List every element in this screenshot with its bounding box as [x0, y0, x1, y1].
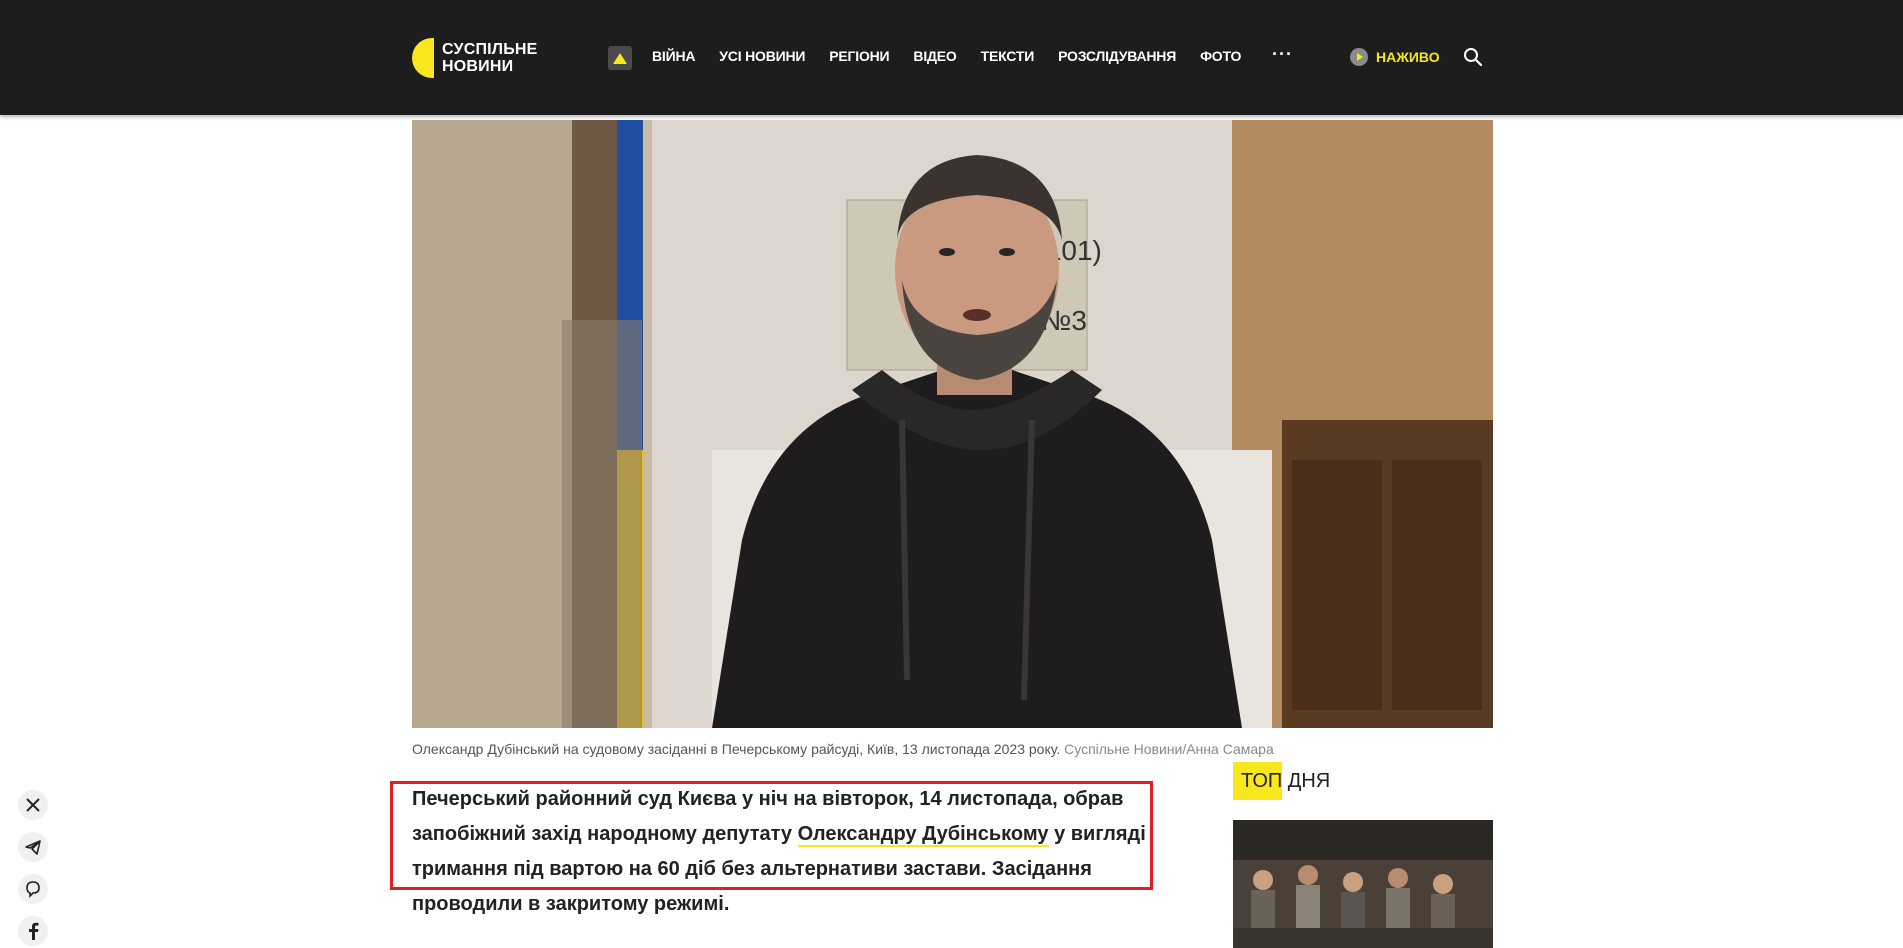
- live-label: НАЖИВО: [1376, 49, 1440, 65]
- photo-caption: Олександр Дубінський на судовому засідан…: [412, 741, 1274, 757]
- home-button[interactable]: [608, 46, 632, 70]
- nav-item-texts[interactable]: ТЕКСТИ: [981, 48, 1035, 64]
- search-icon[interactable]: [1463, 47, 1483, 67]
- share-bar: [18, 790, 48, 946]
- home-triangle-icon: [613, 52, 627, 64]
- top-title-highlight: ТОП: [1233, 762, 1283, 800]
- article-photo: б.101) -№3: [412, 120, 1493, 728]
- facebook-icon[interactable]: [18, 916, 48, 946]
- main-nav: ВІЙНА УСІ НОВИНИ РЕГІОНИ ВІДЕО ТЕКСТИ РО…: [652, 48, 1265, 64]
- caption-text: Олександр Дубінський на судовому засідан…: [412, 741, 1061, 757]
- site-logo[interactable]: СУСПІЛЬНЕ НОВИНИ: [412, 38, 538, 78]
- nav-item-all-news[interactable]: УСІ НОВИНИ: [719, 48, 805, 64]
- logo-line1: СУСПІЛЬНЕ: [442, 41, 538, 58]
- x-icon[interactable]: [18, 790, 48, 820]
- viber-icon[interactable]: [18, 874, 48, 904]
- top-of-day-image[interactable]: [1233, 820, 1493, 948]
- logo-line2: НОВИНИ: [442, 58, 514, 75]
- caption-credit: Суспільне Новини/Анна Самара: [1064, 741, 1274, 757]
- telegram-icon[interactable]: [18, 832, 48, 862]
- live-button[interactable]: НАЖИВО: [1350, 48, 1440, 66]
- highlight-box: [390, 781, 1153, 890]
- top-of-day-title: ТОП ДНЯ: [1233, 762, 1331, 800]
- nav-item-war[interactable]: ВІЙНА: [652, 48, 695, 64]
- top-title-rest: ДНЯ: [1282, 770, 1331, 792]
- live-play-icon: [1350, 48, 1368, 66]
- logo-mark-icon: [412, 38, 434, 78]
- nav-item-video[interactable]: ВІДЕО: [913, 48, 956, 64]
- nav-item-regions[interactable]: РЕГІОНИ: [829, 48, 889, 64]
- site-header: СУСПІЛЬНЕ НОВИНИ ВІЙНА УСІ НОВИНИ РЕГІОН…: [0, 0, 1903, 115]
- more-menu-button[interactable]: ···: [1272, 44, 1293, 65]
- nav-item-investigations[interactable]: РОЗСЛІДУВАННЯ: [1058, 48, 1176, 64]
- nav-item-photo[interactable]: ФОТО: [1200, 48, 1241, 64]
